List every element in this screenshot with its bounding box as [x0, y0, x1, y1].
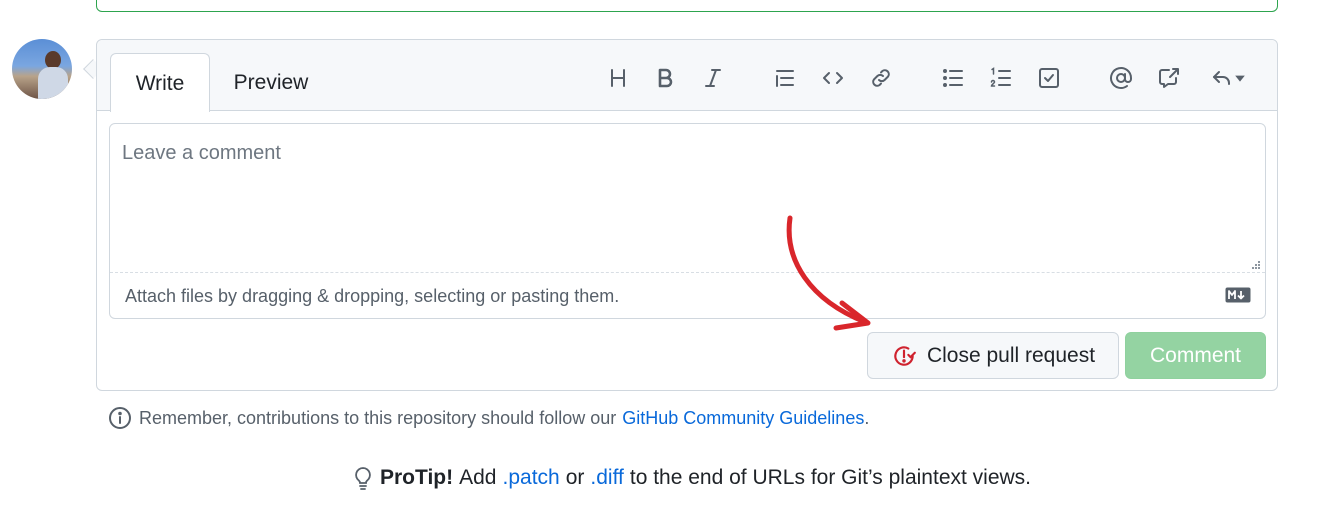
reply-icon[interactable]	[1205, 62, 1251, 94]
comment-form: Write Preview Leave a comment Attach fil…	[96, 39, 1278, 391]
markdown-icon[interactable]	[1225, 287, 1251, 303]
light-bulb-icon	[355, 467, 371, 490]
cross-reference-icon[interactable]	[1153, 62, 1185, 94]
link-icon[interactable]	[865, 62, 897, 94]
protip-add: Add	[459, 466, 497, 489]
diff-link[interactable]: .diff	[590, 466, 623, 490]
chevron-down-icon	[1235, 75, 1245, 82]
protip-rest: to the end of URLs for Git’s plaintext v…	[629, 466, 1032, 489]
previous-comment-box	[96, 0, 1278, 12]
comment-editor: Attach files by dragging & dropping, sel…	[109, 123, 1266, 319]
task-list-icon[interactable]	[1033, 62, 1065, 94]
annotation-arrow	[786, 215, 871, 331]
comment-button[interactable]: Comment	[1125, 332, 1266, 379]
reminder-period: .	[864, 407, 870, 428]
italic-icon[interactable]	[697, 62, 729, 94]
pull-request-closed-icon	[894, 345, 916, 366]
patch-link[interactable]: .patch	[503, 466, 560, 490]
close-pull-request-button[interactable]: Close pull request	[867, 332, 1119, 379]
protip-or: or	[565, 466, 585, 489]
protip-label: ProTip!	[380, 466, 454, 489]
tab-write[interactable]: Write	[110, 53, 210, 112]
heading-icon[interactable]	[602, 62, 634, 94]
tab-preview[interactable]: Preview	[217, 53, 325, 112]
bold-icon[interactable]	[649, 62, 681, 94]
mention-icon[interactable]	[1105, 62, 1137, 94]
protip: ProTip! Add .patch or .diff to the end o…	[352, 463, 1031, 493]
bulleted-list-icon[interactable]	[937, 62, 969, 94]
attach-files-hint[interactable]: Attach files by dragging & dropping, sel…	[125, 286, 619, 307]
resize-grip-icon[interactable]	[1251, 260, 1261, 270]
comment-textarea[interactable]	[110, 124, 1265, 272]
numbered-list-icon[interactable]	[985, 62, 1017, 94]
code-icon[interactable]	[817, 62, 849, 94]
community-guidelines-link[interactable]: GitHub Community Guidelines	[622, 408, 864, 429]
editor-divider	[110, 272, 1265, 273]
editor-tabbar: Write Preview	[97, 40, 1277, 112]
close-pull-request-label: Close pull request	[926, 343, 1096, 367]
reminder-text: Remember, contributions to this reposito…	[139, 407, 617, 428]
avatar[interactable]	[12, 39, 72, 99]
avatar-body	[38, 67, 68, 99]
quote-icon[interactable]	[769, 62, 801, 94]
info-icon	[109, 407, 131, 429]
guidelines-reminder: Remember, contributions to this reposito…	[108, 406, 869, 430]
